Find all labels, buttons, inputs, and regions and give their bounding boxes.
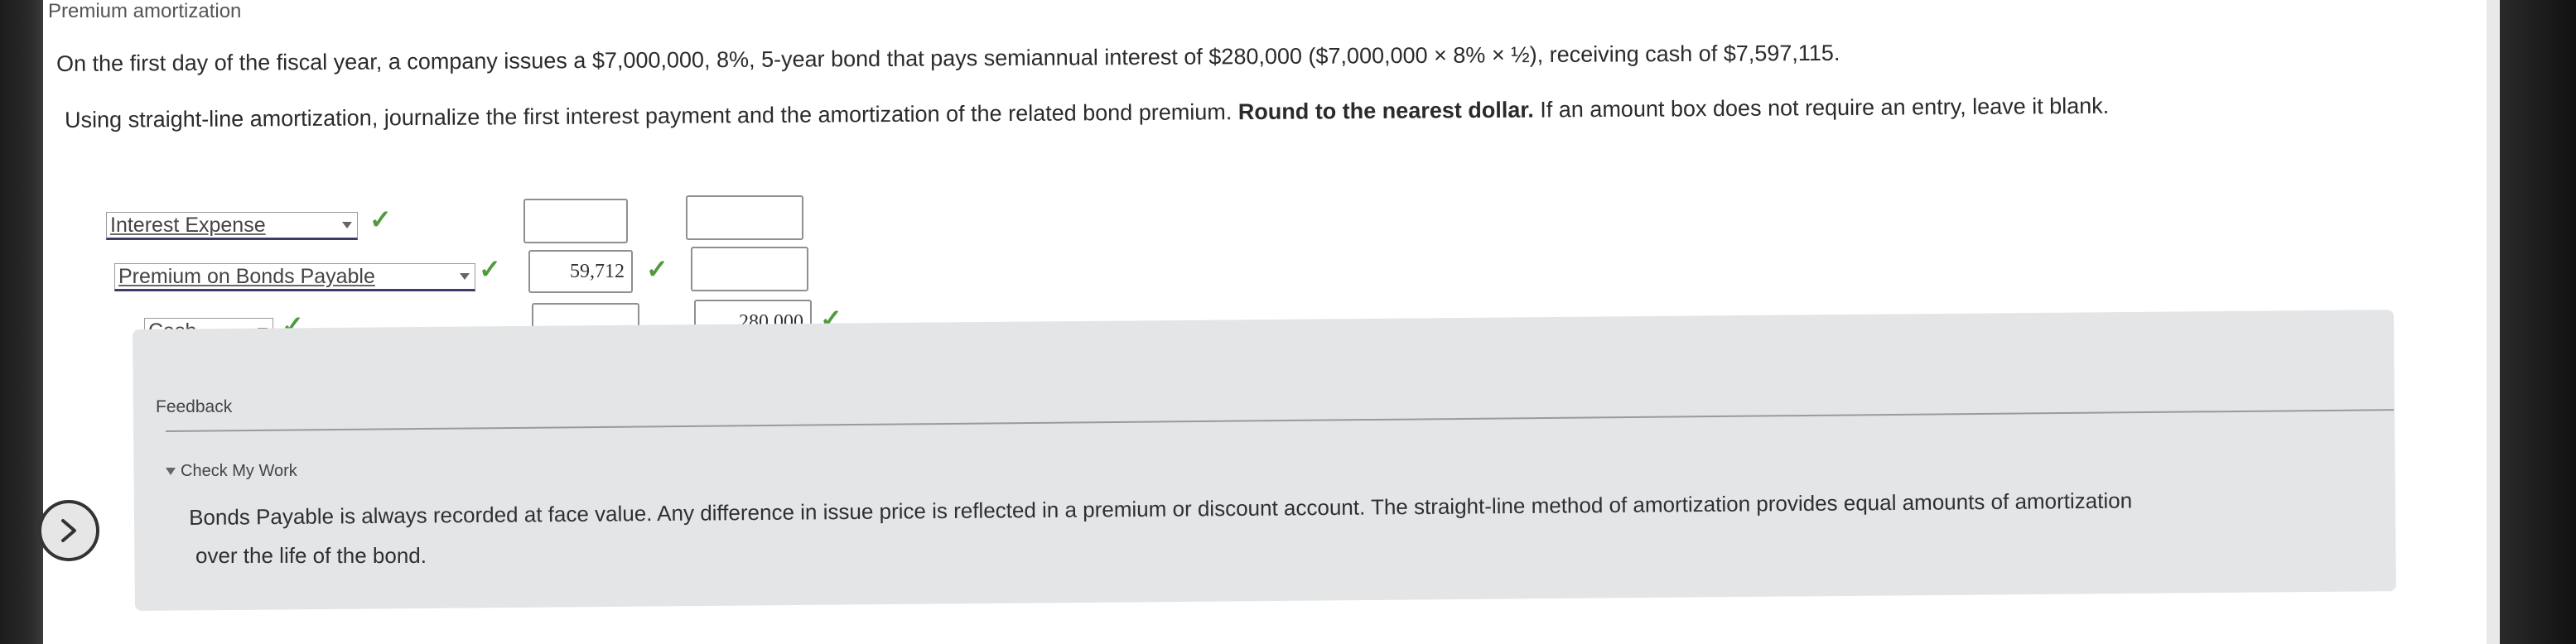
debit-input-row-1[interactable] xyxy=(523,199,628,243)
problem-instructions: Using straight-line amortization, journa… xyxy=(65,94,2109,133)
feedback-text-line-2: over the life of the bond. xyxy=(195,543,427,568)
account-select-row-1[interactable]: Interest Expense xyxy=(106,212,358,240)
feedback-panel xyxy=(133,310,2396,611)
feedback-label: Feedback xyxy=(156,397,233,416)
instructions-text-start: Using straight-line amortization, journa… xyxy=(65,99,1238,132)
problem-statement: On the first day of the fiscal year, a c… xyxy=(56,40,1840,76)
debit-input-row-2[interactable]: 59,712 xyxy=(528,250,633,293)
check-my-work-label: Check My Work xyxy=(181,462,297,480)
left-window-edge xyxy=(0,0,43,644)
account-select-row-2[interactable]: Premium on Bonds Payable xyxy=(114,263,475,291)
checkmark-icon: ✓ xyxy=(479,254,501,284)
right-scroll-gutter xyxy=(2487,0,2500,644)
collapse-triangle-icon xyxy=(166,468,176,475)
checkmark-icon: ✓ xyxy=(369,204,392,234)
right-window-edge xyxy=(2500,0,2576,644)
instructions-rounding-note: Round to the nearest dollar. xyxy=(1237,97,1534,125)
dropdown-arrow-icon xyxy=(342,222,352,228)
checkmark-icon: ✓ xyxy=(646,254,668,284)
credit-input-row-2[interactable] xyxy=(691,247,808,291)
screenshot-stage: Premium amortization On the first day of… xyxy=(0,0,2576,644)
dropdown-arrow-icon xyxy=(460,273,470,280)
section-title: Premium amortization xyxy=(48,0,242,22)
check-my-work-toggle[interactable]: Check My Work xyxy=(166,462,297,481)
account-select-label: Interest Expense xyxy=(110,213,266,237)
chevron-right-icon xyxy=(61,519,76,542)
account-select-label: Premium on Bonds Payable xyxy=(118,264,375,288)
next-button[interactable] xyxy=(38,500,99,561)
credit-input-row-1[interactable] xyxy=(686,195,803,240)
instructions-text-end: If an amount box does not require an ent… xyxy=(1533,93,2110,123)
